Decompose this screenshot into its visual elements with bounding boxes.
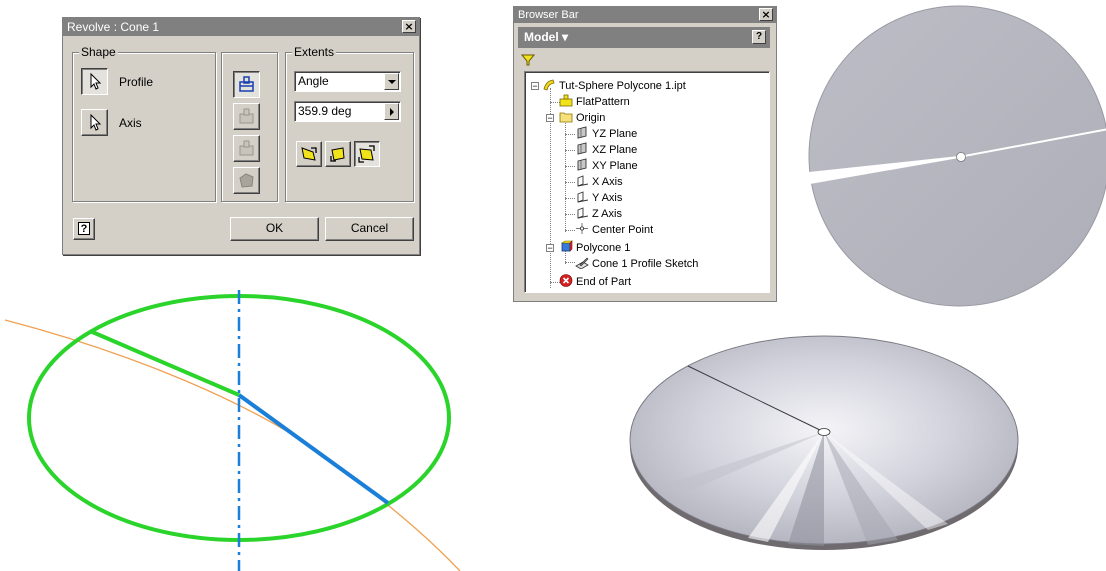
point-icon — [576, 223, 588, 234]
direction-1-button[interactable] — [296, 141, 322, 167]
tree-node-y-axis[interactable]: Y Axis — [575, 190, 622, 206]
cut-output-button[interactable] — [233, 135, 260, 162]
tree-connector — [565, 150, 575, 151]
symmetric-direction-icon — [358, 145, 375, 163]
surface-output-button[interactable] — [233, 103, 260, 130]
direction-1-icon — [301, 147, 317, 161]
angle-value: 359.9 deg — [298, 104, 352, 118]
end-of-part-icon — [559, 274, 573, 287]
tree-node-flatpattern[interactable]: FlatPattern — [559, 94, 630, 110]
profile-curve — [4, 319, 461, 571]
sketch-line-left — [89, 329, 240, 397]
disc-top-view — [808, 5, 1106, 307]
tree-node-profile-sketch[interactable]: Cone 1 Profile Sketch — [575, 256, 698, 272]
tree-node-center-point[interactable]: Center Point — [575, 222, 653, 238]
help-icon[interactable]: ? — [752, 30, 766, 44]
revolve-dialog: Revolve : Cone 1 × Shape Profile Axis Ex… — [62, 17, 420, 255]
intersect-output-icon — [239, 173, 254, 188]
browser-bar-titlebar[interactable]: Browser Bar × — [514, 7, 776, 23]
revolve-dialog-titlebar[interactable]: Revolve : Cone 1 × — [63, 18, 419, 36]
tree-node-origin[interactable]: Origin — [559, 110, 605, 126]
symmetric-direction-button[interactable] — [354, 141, 380, 167]
surface-output-icon — [239, 108, 254, 124]
axis-label: Axis — [119, 116, 142, 130]
axis-icon — [577, 175, 589, 187]
tree-node-xy-plane[interactable]: XY Plane — [575, 158, 638, 174]
help-icon: ? — [78, 222, 90, 235]
filter-icon[interactable] — [521, 53, 535, 67]
folder-icon — [559, 112, 573, 123]
tree-connector — [565, 166, 575, 167]
solid-output-button[interactable] — [233, 71, 260, 98]
flat-pattern-icon — [559, 94, 573, 107]
collapse-toggle[interactable]: − — [531, 82, 539, 91]
tree-node-x-axis[interactable]: X Axis — [575, 174, 623, 190]
browser-bar: Browser Bar × Model ▾ ? − − − Tut-Sphere… — [513, 6, 777, 302]
disc-iso-view — [629, 335, 1019, 550]
cursor-arrow-icon — [90, 72, 102, 90]
revolve-dialog-title: Revolve : Cone 1 — [67, 20, 160, 34]
direction-2-button[interactable] — [325, 141, 351, 167]
chevron-down-icon[interactable] — [384, 73, 399, 90]
sketch-line-right — [237, 393, 390, 505]
tree-node-xz-plane[interactable]: XZ Plane — [575, 142, 637, 158]
plane-icon — [577, 126, 587, 139]
part-icon — [543, 79, 555, 91]
intersect-output-button[interactable] — [233, 167, 260, 194]
cancel-button[interactable]: Cancel — [325, 217, 414, 241]
tree-connector — [565, 262, 575, 263]
center-hole — [956, 152, 966, 162]
tree-connector — [565, 120, 566, 232]
plane-icon — [577, 142, 587, 155]
tree-connector — [565, 182, 575, 183]
axis-icon — [577, 191, 589, 203]
tree-connector — [565, 198, 575, 199]
close-icon[interactable]: × — [402, 20, 416, 33]
tree-connector — [565, 230, 575, 231]
plane-icon — [577, 158, 587, 171]
tree-connector — [565, 134, 575, 135]
help-button[interactable]: ? — [73, 218, 95, 240]
profile-label: Profile — [119, 75, 154, 89]
center-hole — [817, 428, 831, 436]
extents-group-label: Extents — [292, 45, 337, 59]
collapse-toggle[interactable]: − — [546, 114, 554, 123]
ok-button[interactable]: OK — [230, 217, 319, 241]
tree-node-yz-plane[interactable]: YZ Plane — [575, 126, 637, 142]
axis-select-button[interactable] — [81, 109, 108, 136]
collapse-toggle[interactable]: − — [546, 244, 554, 253]
solid-output-icon — [239, 76, 254, 92]
tree-node-part[interactable]: Tut-Sphere Polycone 1.ipt — [542, 78, 686, 94]
tree-node-end-of-part[interactable]: End of Part — [559, 274, 631, 290]
extents-type-select[interactable]: Angle — [294, 71, 401, 92]
direction-2-icon — [330, 147, 345, 162]
sketch-icon — [575, 257, 589, 269]
angle-input[interactable]: 359.9 deg — [294, 101, 401, 122]
model-dropdown-label: Model ▾ — [524, 30, 569, 44]
chevron-right-icon[interactable] — [384, 103, 399, 120]
tree-node-polycone[interactable]: Polycone 1 — [559, 240, 630, 256]
browser-bar-title: Browser Bar — [518, 9, 579, 21]
axis-icon — [577, 207, 589, 219]
extents-type-value: Angle — [298, 74, 329, 88]
close-icon[interactable]: × — [759, 8, 773, 21]
model-dropdown[interactable]: Model ▾ ? — [518, 27, 770, 48]
cut-output-icon — [239, 140, 254, 156]
tree-node-z-axis[interactable]: Z Axis — [575, 206, 622, 222]
revolve-feature-icon — [561, 240, 573, 252]
profile-select-button[interactable] — [81, 68, 108, 95]
model-tree: − − − Tut-Sphere Polycone 1.ipt FlatPatt… — [524, 71, 770, 293]
cursor-arrow-icon — [90, 113, 102, 131]
shape-group-label: Shape — [79, 45, 118, 59]
sketch-view — [4, 290, 461, 571]
tree-connector — [565, 214, 575, 215]
